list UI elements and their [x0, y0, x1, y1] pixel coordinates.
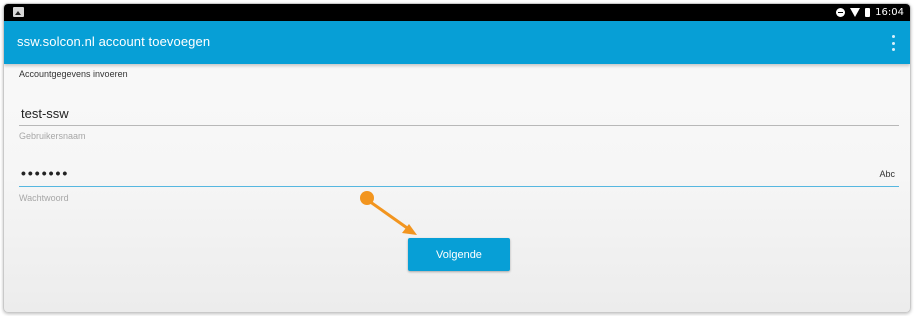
app-window: 16:04 ssw.solcon.nl account toevoegen Ac…	[3, 3, 911, 313]
pointer-arrow-icon	[360, 191, 417, 235]
